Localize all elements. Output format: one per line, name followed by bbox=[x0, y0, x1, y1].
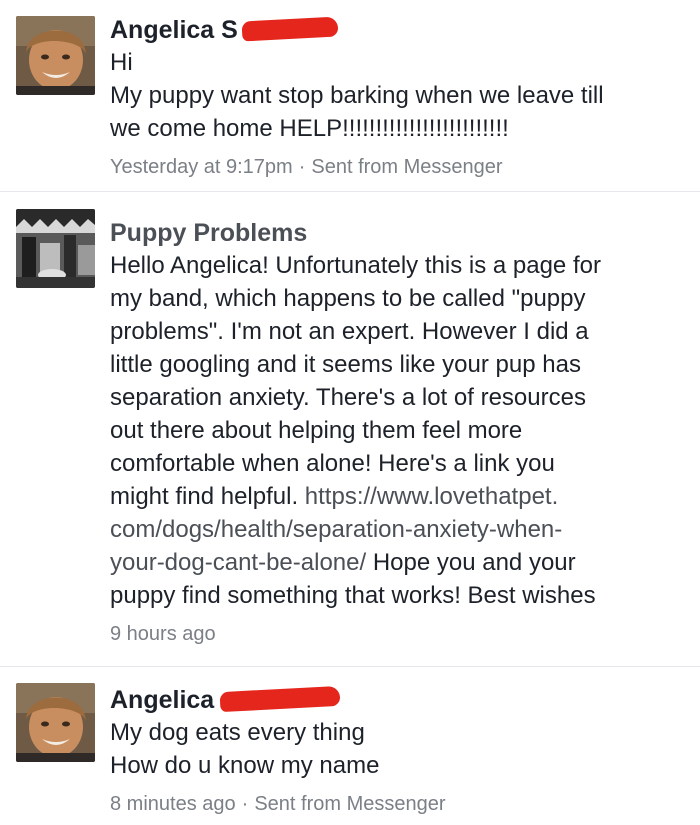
message-meta: Yesterday at 9:17pm · Sent from Messenger bbox=[110, 153, 680, 181]
author-name[interactable]: Puppy Problems bbox=[110, 217, 680, 249]
sent-from-label: Sent from Messenger bbox=[311, 156, 503, 178]
timestamp[interactable]: Yesterday at 9:17pm bbox=[110, 156, 293, 178]
timestamp[interactable]: 9 hours ago bbox=[110, 623, 216, 645]
timestamp[interactable]: 8 minutes ago bbox=[110, 793, 236, 815]
message-puppy-problems: Puppy Problems Hello Angelica! Unfortuna… bbox=[0, 192, 700, 666]
avatar-puppy-problems[interactable] bbox=[16, 209, 95, 288]
resource-link[interactable]: your-dog-cant-be-alone/ bbox=[110, 549, 366, 576]
avatar-photo-icon bbox=[16, 683, 95, 762]
meta-separator: · bbox=[298, 156, 306, 178]
message-angelica-1: Angelica S Hi My puppy want stop barking… bbox=[0, 0, 700, 192]
message-meta: 8 minutes ago · Sent from Messenger bbox=[110, 790, 680, 818]
message-thread: Angelica S Hi My puppy want stop barking… bbox=[0, 0, 700, 825]
resource-link[interactable]: https://www.lovethatpet. bbox=[305, 483, 558, 510]
message-meta: 9 hours ago bbox=[110, 620, 680, 648]
avatar-angelica[interactable] bbox=[16, 683, 95, 762]
message-body: Hello Angelica! Unfortunately this is a … bbox=[110, 249, 680, 612]
sent-from-label: Sent from Messenger bbox=[254, 793, 446, 815]
author-name[interactable]: Angelica S bbox=[110, 14, 680, 46]
redaction-mark bbox=[241, 16, 339, 42]
message-angelica-2: Angelica My dog eats every thing How do … bbox=[0, 666, 700, 825]
redaction-mark bbox=[219, 686, 341, 713]
resource-link[interactable]: com/dogs/health/separation-anxiety-when- bbox=[110, 513, 680, 546]
message-body: My dog eats every thing How do u know my… bbox=[110, 719, 380, 779]
author-name[interactable]: Angelica bbox=[110, 684, 680, 716]
avatar-angelica[interactable] bbox=[16, 16, 95, 95]
meta-separator: · bbox=[241, 793, 249, 815]
message-body: Hi My puppy want stop barking when we le… bbox=[110, 49, 604, 142]
avatar-photo-icon bbox=[16, 16, 95, 95]
band-photo-icon bbox=[16, 209, 95, 288]
